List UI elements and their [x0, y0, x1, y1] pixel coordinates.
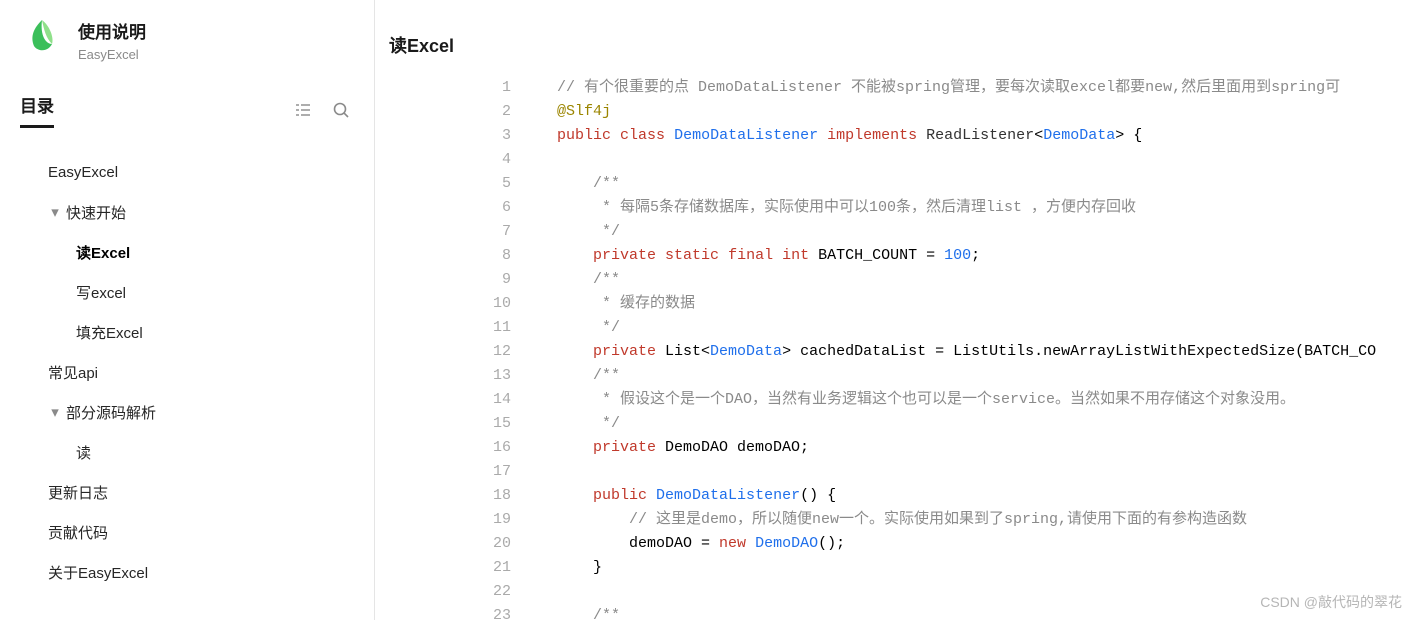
- line-number: 9: [479, 268, 521, 292]
- code-line: private static final int BATCH_COUNT = 1…: [521, 244, 1412, 268]
- code-line: // 有个很重要的点 DemoDataListener 不能被spring管理，…: [521, 76, 1412, 100]
- nav-item-label: 贡献代码: [48, 522, 108, 543]
- line-number: 15: [479, 412, 521, 436]
- page-title: 读Excel: [375, 0, 1412, 76]
- line-number: 22: [479, 580, 521, 604]
- line-number: 18: [479, 484, 521, 508]
- code-line: [521, 460, 1412, 484]
- nav-item-label: 关于EasyExcel: [48, 562, 148, 583]
- nav-item-label: 部分源码解析: [66, 402, 156, 423]
- search-icon[interactable]: [332, 101, 350, 119]
- nav-item-label: 更新日志: [48, 482, 108, 503]
- line-number: 3: [479, 124, 521, 148]
- nav-item[interactable]: 贡献代码: [18, 512, 374, 552]
- nav-item-label: 常见api: [48, 362, 98, 383]
- code-line: */: [521, 316, 1412, 340]
- code-line: */: [521, 220, 1412, 244]
- code-line: demoDAO = new DemoDAO();: [521, 532, 1412, 556]
- line-number: 16: [479, 436, 521, 460]
- line-number: 10: [479, 292, 521, 316]
- brand-subtitle: EasyExcel: [78, 47, 146, 62]
- toc-nav: EasyExcel▾快速开始读Excel写excel填充Excel常见api▾部…: [18, 152, 374, 620]
- line-number: 7: [479, 220, 521, 244]
- code-line: /**: [521, 172, 1412, 196]
- line-number: 6: [479, 196, 521, 220]
- code-line: * 假设这个是一个DAO，当然有业务逻辑这个也可以是一个service。当然如果…: [521, 388, 1412, 412]
- outline-toggle-icon[interactable]: [294, 101, 312, 119]
- line-number: 13: [479, 364, 521, 388]
- code-line: public class DemoDataListener implements…: [521, 124, 1412, 148]
- line-number: 20: [479, 532, 521, 556]
- nav-item-label: 写excel: [76, 282, 126, 303]
- sidebar: 使用说明 EasyExcel 目录 EasyExcel▾快速开始读Excel写e…: [0, 0, 375, 620]
- nav-item[interactable]: EasyExcel: [18, 152, 374, 192]
- code-line: [521, 148, 1412, 172]
- chevron-down-icon: ▾: [48, 403, 62, 421]
- line-number: 1: [479, 76, 521, 100]
- line-number: 11: [479, 316, 521, 340]
- watermark: CSDN @敲代码的翠花: [1260, 592, 1402, 612]
- nav-item-label: 读Excel: [76, 242, 130, 263]
- code-line: /**: [521, 364, 1412, 388]
- nav-item-label: 读: [76, 442, 91, 463]
- code-line: */: [521, 412, 1412, 436]
- nav-item-label: 填充Excel: [76, 322, 143, 343]
- chevron-down-icon: ▾: [48, 203, 62, 221]
- line-number: 2: [479, 100, 521, 124]
- nav-item[interactable]: 读Excel: [18, 232, 374, 272]
- code-line: /**: [521, 268, 1412, 292]
- nav-item[interactable]: 常见api: [18, 352, 374, 392]
- code-block: 1234567891011121314151617181920212223 //…: [479, 76, 1412, 620]
- brand-title: 使用说明: [78, 18, 146, 43]
- nav-item[interactable]: 读: [18, 432, 374, 472]
- line-number: 4: [479, 148, 521, 172]
- brand-block: 使用说明 EasyExcel: [18, 18, 374, 62]
- nav-item[interactable]: 填充Excel: [18, 312, 374, 352]
- nav-item[interactable]: 更新日志: [18, 472, 374, 512]
- nav-item-label: EasyExcel: [48, 164, 118, 181]
- app-logo: [24, 18, 60, 54]
- code-line: }: [521, 556, 1412, 580]
- nav-item[interactable]: 关于EasyExcel: [18, 552, 374, 592]
- code-line: private DemoDAO demoDAO;: [521, 436, 1412, 460]
- line-number: 8: [479, 244, 521, 268]
- code-line: // 这里是demo，所以随便new一个。实际使用如果到了spring,请使用下…: [521, 508, 1412, 532]
- main-content: 读Excel 123456789101112131415161718192021…: [375, 0, 1412, 620]
- nav-item[interactable]: 写excel: [18, 272, 374, 312]
- nav-item[interactable]: ▾部分源码解析: [18, 392, 374, 432]
- code-line: * 每隔5条存储数据库，实际使用中可以100条，然后清理list ，方便内存回收: [521, 196, 1412, 220]
- line-number: 21: [479, 556, 521, 580]
- code-lines: // 有个很重要的点 DemoDataListener 不能被spring管理，…: [521, 76, 1412, 620]
- line-number: 12: [479, 340, 521, 364]
- code-line: public DemoDataListener() {: [521, 484, 1412, 508]
- line-number: 14: [479, 388, 521, 412]
- nav-item-label: 快速开始: [66, 202, 126, 223]
- line-gutter: 1234567891011121314151617181920212223: [479, 76, 521, 620]
- code-line: private List<DemoData> cachedDataList = …: [521, 340, 1412, 364]
- line-number: 5: [479, 172, 521, 196]
- line-number: 19: [479, 508, 521, 532]
- code-line: @Slf4j: [521, 100, 1412, 124]
- line-number: 23: [479, 604, 521, 620]
- toc-heading: 目录: [20, 92, 54, 128]
- code-line: * 缓存的数据: [521, 292, 1412, 316]
- line-number: 17: [479, 460, 521, 484]
- nav-item[interactable]: ▾快速开始: [18, 192, 374, 232]
